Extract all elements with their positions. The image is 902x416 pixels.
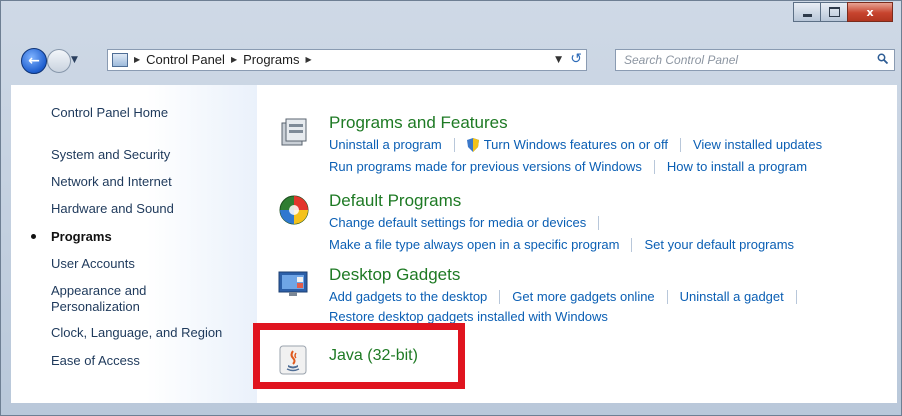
minimize-icon xyxy=(802,13,812,17)
desktop-gadgets-row-2: Restore desktop gadgets installed with W… xyxy=(329,309,608,324)
view-installed-updates-link[interactable]: View installed updates xyxy=(693,137,822,152)
uninstall-gadget-link[interactable]: Uninstall a gadget xyxy=(680,289,784,304)
close-icon: x xyxy=(866,5,874,19)
navigation-bar: ← ▼ ▶ Control Panel ▶ Programs ▶ ▼ ↺ Sea… xyxy=(11,45,895,75)
programs-and-features-row-1: Uninstall a program Turn Windows feature… xyxy=(329,137,822,152)
uac-shield-icon xyxy=(466,137,479,152)
link-separator xyxy=(679,137,681,152)
minimize-button[interactable] xyxy=(793,2,821,22)
link-separator xyxy=(499,289,501,304)
maximize-icon xyxy=(828,7,840,17)
file-type-association-link[interactable]: Make a file type always open in a specif… xyxy=(329,237,619,252)
title-bar: x xyxy=(1,1,901,45)
how-to-install-link[interactable]: How to install a program xyxy=(667,159,807,174)
sidebar-item-system-and-security[interactable]: System and Security xyxy=(51,147,170,163)
sidebar-item-appearance-and-personalization[interactable]: Appearance and Personalization xyxy=(51,283,146,315)
sidebar-item-network-and-internet[interactable]: Network and Internet xyxy=(51,174,172,190)
default-programs-link[interactable]: Default Programs xyxy=(329,191,461,211)
caption-buttons: x xyxy=(793,2,893,22)
java-highlight-box xyxy=(253,323,465,389)
link-separator xyxy=(666,289,668,304)
default-programs-icon xyxy=(279,195,309,225)
link-separator xyxy=(598,215,600,230)
refresh-icon[interactable]: ↺ xyxy=(570,51,582,67)
breadcrumb-arrow-icon[interactable]: ▶ xyxy=(134,55,140,64)
uninstall-program-link[interactable]: Uninstall a program xyxy=(329,137,442,152)
breadcrumb-programs[interactable]: Programs xyxy=(243,52,299,67)
turn-windows-features-link[interactable]: Turn Windows features on or off xyxy=(484,137,668,152)
current-page-bullet xyxy=(31,234,36,239)
desktop-gadgets-row-1: Add gadgets to the desktop Get more gadg… xyxy=(329,289,809,304)
sidebar-item-hardware-and-sound[interactable]: Hardware and Sound xyxy=(51,201,174,217)
desktop-gadgets-icon xyxy=(278,271,308,296)
sidebar: Control Panel Home System and Security N… xyxy=(11,85,257,403)
link-separator xyxy=(631,237,633,252)
search-box[interactable]: Search Control Panel xyxy=(615,49,895,71)
control-panel-icon xyxy=(112,53,128,67)
programs-and-features-link[interactable]: Programs and Features xyxy=(329,113,508,133)
breadcrumb-arrow-icon[interactable]: ▶ xyxy=(305,55,311,64)
search-icon[interactable] xyxy=(877,53,888,64)
sidebar-item-ease-of-access[interactable]: Ease of Access xyxy=(51,353,140,369)
programs-features-icon xyxy=(281,118,307,146)
control-panel-window: x ← ▼ ▶ Control Panel ▶ Programs ▶ ▼ ↺ S… xyxy=(0,0,902,416)
back-button[interactable]: ← xyxy=(21,48,47,74)
link-separator xyxy=(453,137,455,152)
maximize-button[interactable] xyxy=(820,2,848,22)
add-gadgets-link[interactable]: Add gadgets to the desktop xyxy=(329,289,487,304)
address-bar[interactable]: ▶ Control Panel ▶ Programs ▶ ▼ ↺ xyxy=(107,49,587,71)
default-programs-row-2: Make a file type always open in a specif… xyxy=(329,237,794,252)
breadcrumb-arrow-icon[interactable]: ▶ xyxy=(231,55,237,64)
address-dropdown-icon[interactable]: ▼ xyxy=(555,55,562,65)
forward-button[interactable] xyxy=(47,49,71,73)
back-arrow-icon: ← xyxy=(28,53,40,69)
breadcrumb: ▶ Control Panel ▶ Programs ▶ xyxy=(134,52,312,67)
sidebar-item-label: Programs xyxy=(51,229,112,244)
restore-gadgets-link[interactable]: Restore desktop gadgets installed with W… xyxy=(329,309,608,324)
get-more-gadgets-link[interactable]: Get more gadgets online xyxy=(512,289,654,304)
programs-and-features-row-2: Run programs made for previous versions … xyxy=(329,159,807,174)
set-default-programs-link[interactable]: Set your default programs xyxy=(644,237,794,252)
search-input[interactable]: Search Control Panel xyxy=(624,53,738,67)
desktop-gadgets-link[interactable]: Desktop Gadgets xyxy=(329,265,460,285)
link-separator xyxy=(795,289,797,304)
sidebar-item-control-panel-home[interactable]: Control Panel Home xyxy=(51,105,168,121)
close-button[interactable]: x xyxy=(847,2,893,22)
sidebar-item-programs[interactable]: Programs xyxy=(31,229,112,245)
change-default-settings-link[interactable]: Change default settings for media or dev… xyxy=(329,215,586,230)
run-older-programs-link[interactable]: Run programs made for previous versions … xyxy=(329,159,642,174)
sidebar-item-clock-language-region[interactable]: Clock, Language, and Region xyxy=(51,325,222,341)
sidebar-item-user-accounts[interactable]: User Accounts xyxy=(51,256,135,272)
link-separator xyxy=(653,159,655,174)
default-programs-row-1: Change default settings for media or dev… xyxy=(329,215,611,230)
recent-pages-dropdown-icon[interactable]: ▼ xyxy=(71,55,78,65)
breadcrumb-control-panel[interactable]: Control Panel xyxy=(146,52,225,67)
